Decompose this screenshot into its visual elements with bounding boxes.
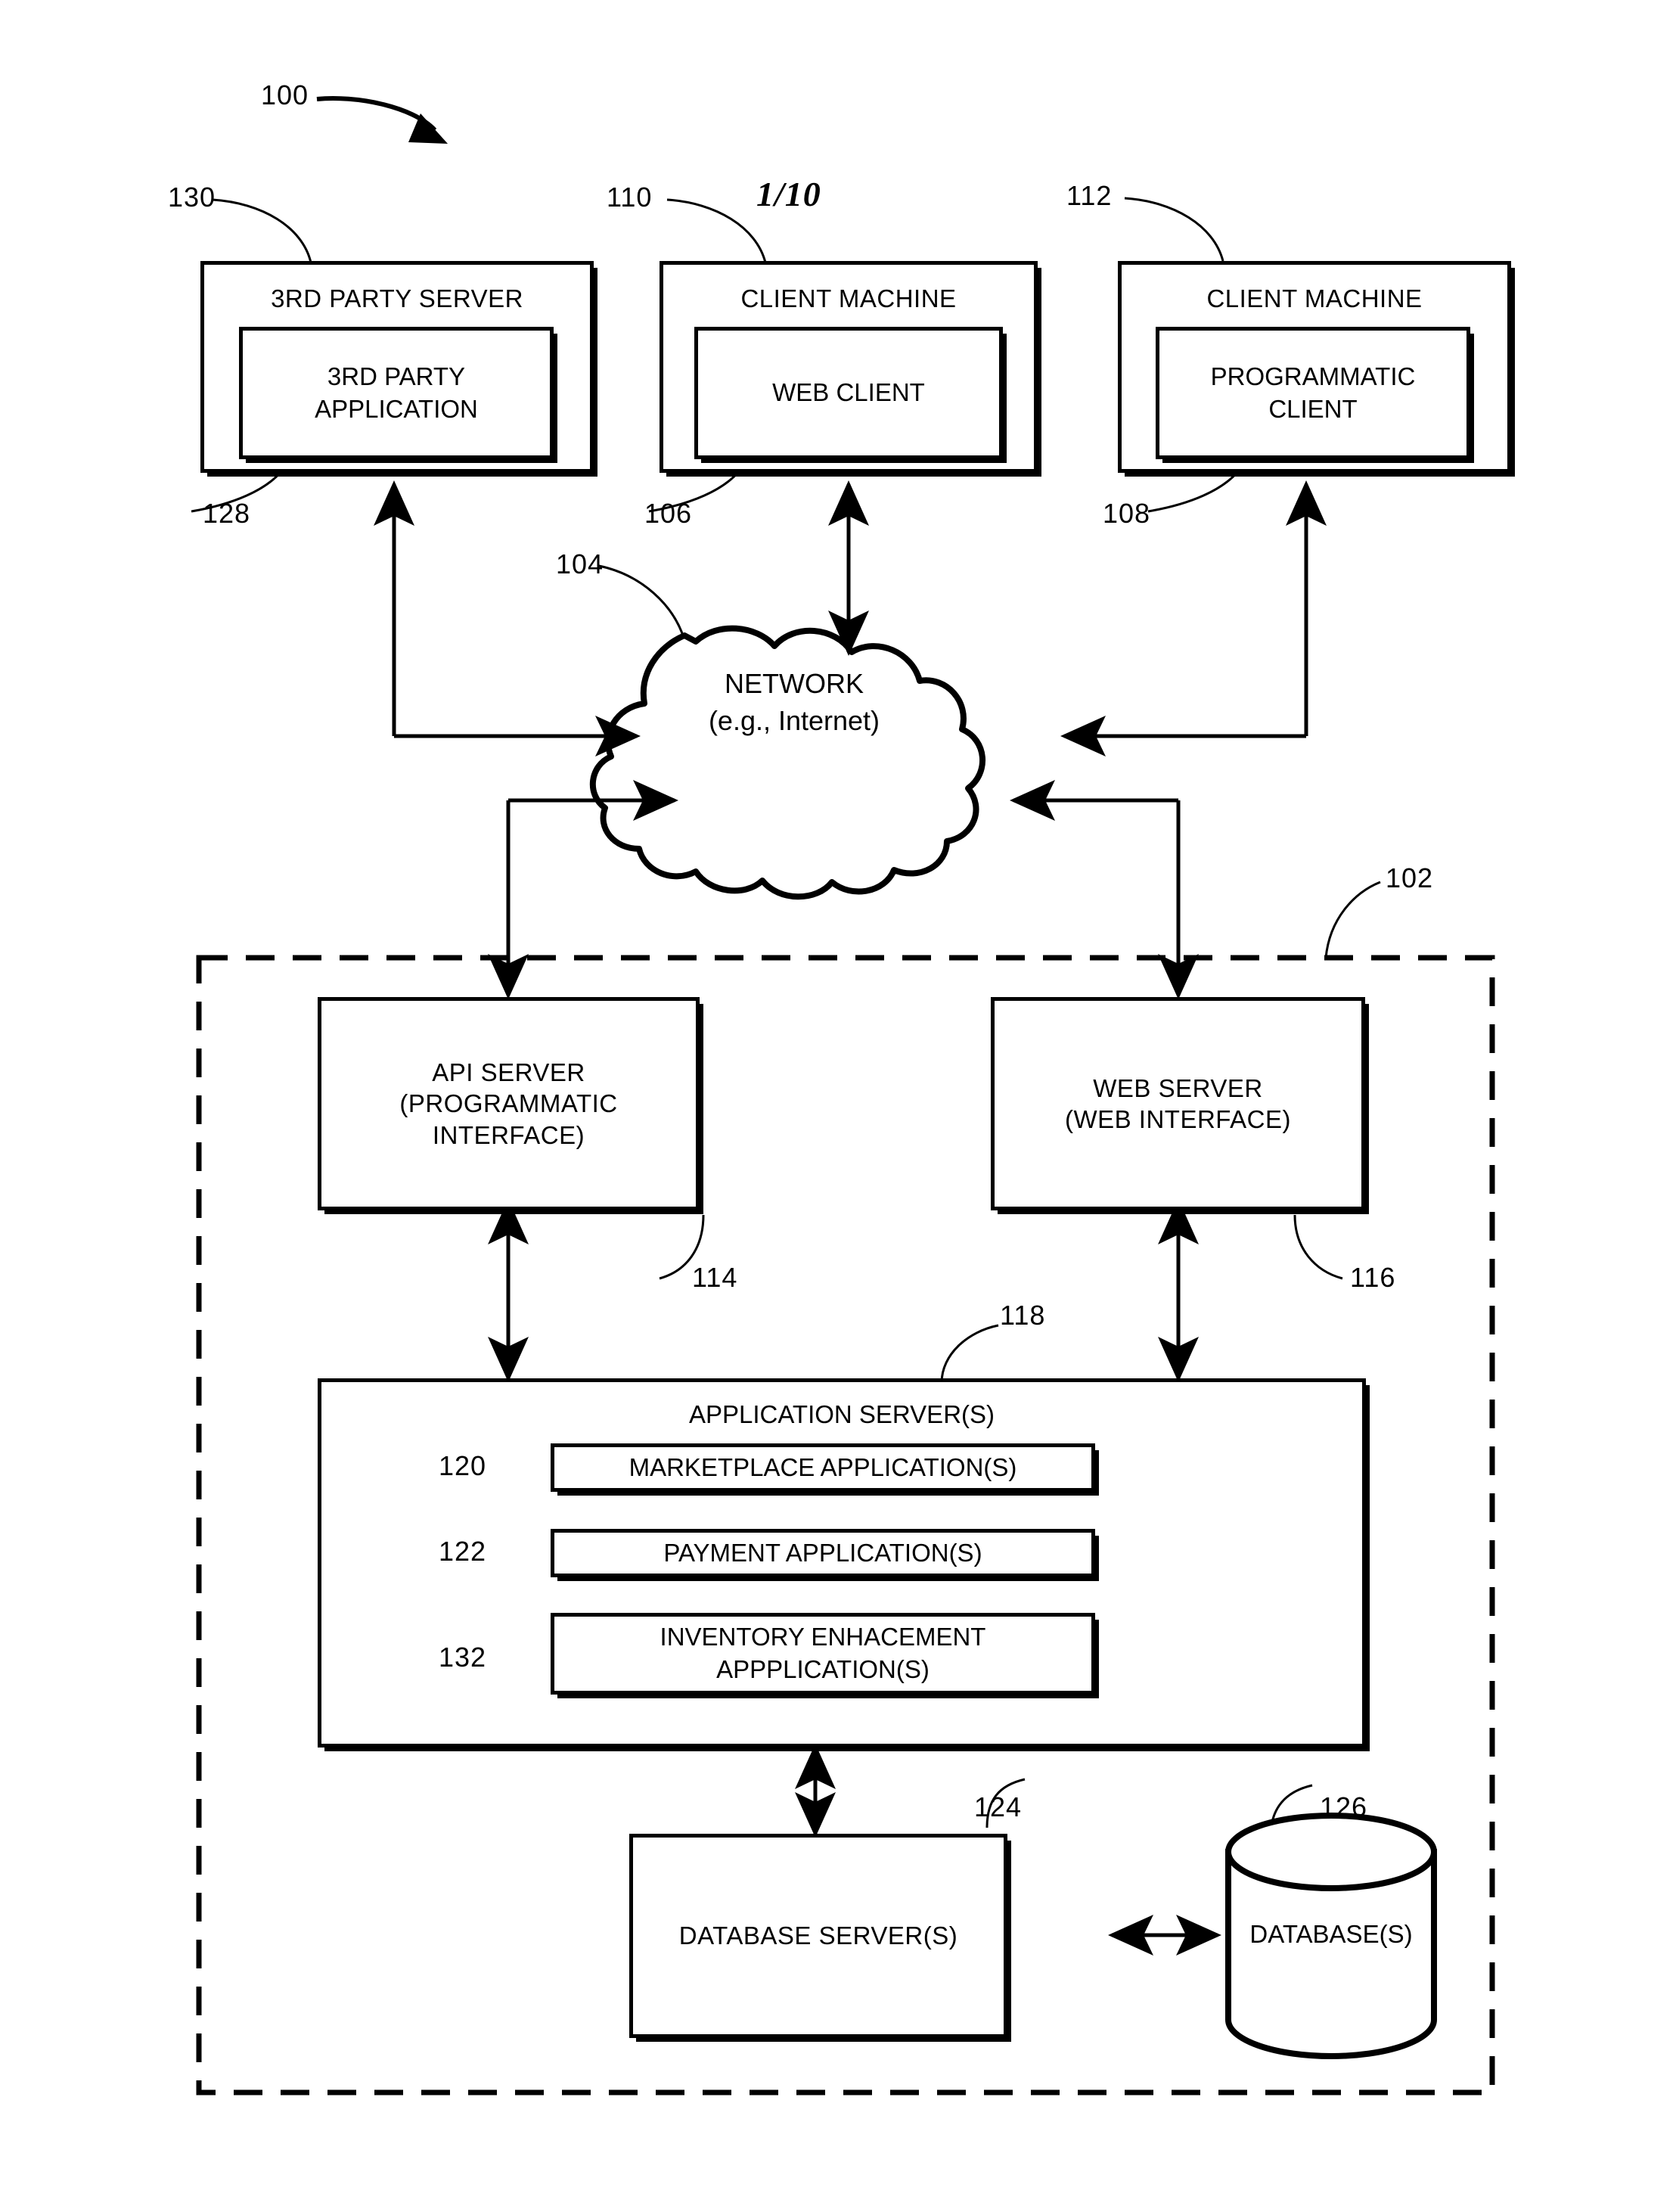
database-server-title: DATABASE SERVER(S) — [678, 1922, 958, 1950]
leader-110 — [666, 198, 767, 263]
programmatic-client-box[interactable]: PROGRAMMATIC CLIENT — [1156, 327, 1470, 459]
api-server-box[interactable]: API SERVER (PROGRAMMATIC INTERFACE) — [318, 997, 700, 1210]
inventory-enhancement-application-box[interactable]: INVENTORY ENHACEMENT APPPLICATION(S) — [551, 1613, 1095, 1695]
ref-application-server-118: 118 — [1000, 1300, 1046, 1331]
client-machine-programmatic-title: CLIENT MACHINE — [1206, 284, 1423, 312]
leader-102 — [1324, 881, 1381, 958]
ref-third-party-application-128: 128 — [203, 498, 251, 529]
network-label: NETWORK (e.g., Internet) — [708, 668, 880, 736]
leader-116 — [1293, 1214, 1343, 1280]
leader-104 — [598, 564, 685, 638]
connector-programmatic-client-to-network — [1060, 480, 1327, 757]
page-number: 1/10 — [756, 175, 821, 213]
ref-api-server-114: 114 — [692, 1262, 738, 1293]
leader-130 — [212, 198, 312, 263]
third-party-server-title: 3RD PARTY SERVER — [271, 284, 523, 312]
ref-system-100: 100 — [261, 79, 309, 110]
ref-database-server-124: 124 — [974, 1791, 1023, 1822]
web-server-box[interactable]: WEB SERVER (WEB INTERFACE) — [991, 997, 1365, 1210]
database-server-box[interactable]: DATABASE SERVER(S) — [629, 1834, 1007, 2038]
ref-programmatic-client-108: 108 — [1103, 498, 1151, 529]
client-machine-web-title: CLIENT MACHINE — [740, 284, 957, 312]
database-title: DATABASE(S) — [1249, 1920, 1413, 1948]
ref-network-104: 104 — [556, 548, 604, 579]
ref-database-126: 126 — [1320, 1791, 1368, 1822]
third-party-application-box[interactable]: 3RD PARTY APPLICATION — [239, 327, 554, 459]
connector-network-to-web-server — [1010, 780, 1200, 999]
leader-112 — [1124, 197, 1224, 262]
web-client-box[interactable]: WEB CLIENT — [694, 327, 1003, 459]
ref-client-machine-web-110: 110 — [607, 182, 653, 213]
ref-networked-system-102: 102 — [1386, 862, 1434, 893]
marketplace-application-box[interactable]: MARKETPLACE APPLICATION(S) — [551, 1443, 1095, 1492]
ref-marketplace-application-120: 120 — [439, 1450, 487, 1481]
patent-figure: 100 1/10 3RD PARTY SERVER 3RD PARTY APPL… — [0, 0, 1676, 2212]
connector-third-party-to-network — [373, 480, 641, 756]
ref-client-machine-programmatic-112: 112 — [1066, 180, 1113, 211]
ref-third-party-server-130: 130 — [168, 182, 216, 213]
payment-application-box[interactable]: PAYMENT APPLICATION(S) — [551, 1529, 1095, 1577]
leader-118 — [940, 1324, 999, 1384]
ref-payment-application-122: 122 — [439, 1536, 487, 1567]
api-server-title: API SERVER (PROGRAMMATIC INTERFACE) — [399, 1058, 618, 1149]
ref-web-client-106: 106 — [644, 498, 693, 529]
web-server-title: WEB SERVER (WEB INTERFACE) — [1064, 1073, 1291, 1133]
application-server-title: APPLICATION SERVER(S) — [688, 1400, 995, 1428]
figure-lead-arrow — [316, 96, 448, 144]
ref-inventory-enhancement-application-132: 132 — [439, 1642, 487, 1673]
ref-web-server-116: 116 — [1350, 1262, 1396, 1293]
